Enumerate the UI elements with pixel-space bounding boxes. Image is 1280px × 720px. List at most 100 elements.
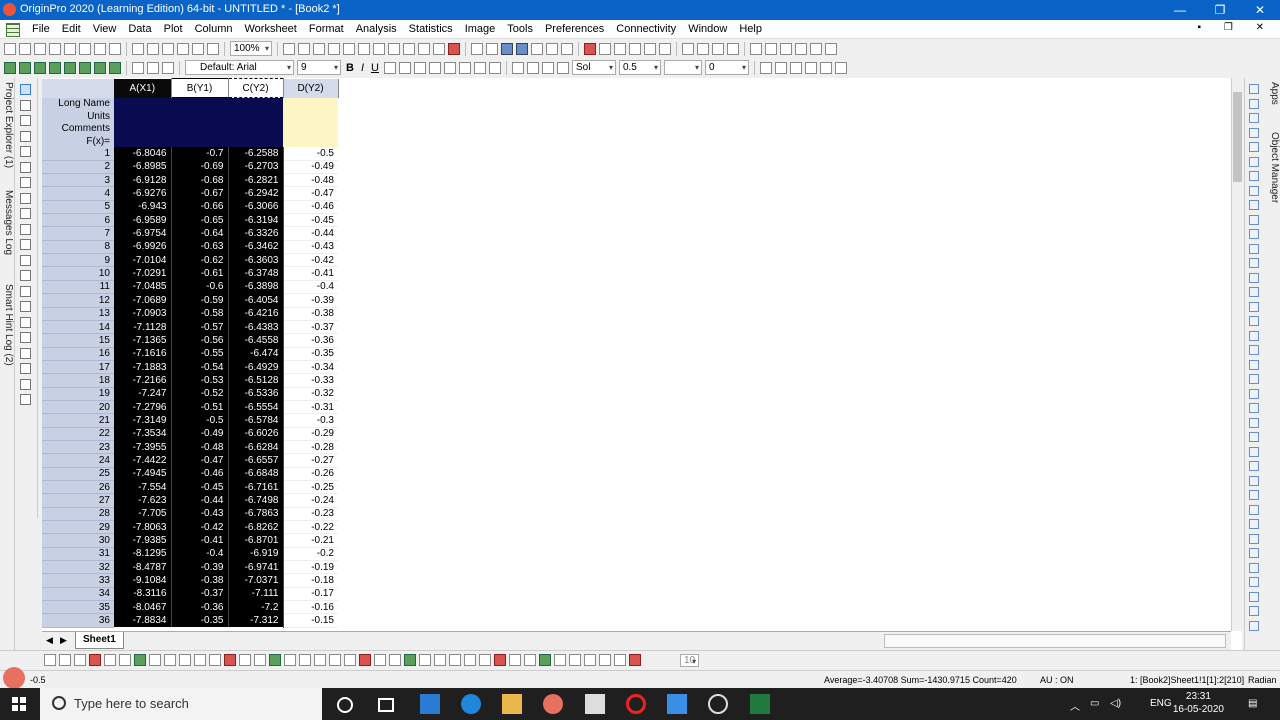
sort-icon[interactable] — [486, 42, 498, 55]
plot-type-icon[interactable] — [389, 654, 401, 666]
meta-cell[interactable] — [114, 110, 171, 123]
data-cell[interactable]: -0.55 — [171, 347, 229, 361]
next-icon[interactable] — [780, 42, 792, 55]
data-cell[interactable]: -6.3898 — [228, 280, 284, 294]
pattern-icon[interactable] — [556, 61, 569, 74]
script-window-icon[interactable] — [388, 42, 400, 55]
data-cell[interactable]: -6.4929 — [228, 360, 284, 374]
object-tool-icon[interactable] — [1249, 475, 1259, 486]
set-column-values-icon[interactable] — [471, 42, 483, 55]
back-icon[interactable] — [810, 42, 822, 55]
align-columns-icon[interactable] — [765, 42, 777, 55]
import-icon[interactable] — [207, 42, 219, 55]
duplicate-icon[interactable] — [313, 42, 325, 55]
menu-worksheet[interactable]: Worksheet — [238, 20, 302, 38]
new-project-icon[interactable] — [4, 42, 16, 55]
object-tool-icon[interactable] — [1249, 214, 1259, 225]
plot-type-icon[interactable] — [359, 654, 371, 666]
data-cell[interactable]: -0.24 — [283, 493, 338, 508]
meta-cell[interactable] — [283, 97, 338, 111]
data-cell[interactable]: -6.4383 — [228, 320, 284, 334]
data-cell[interactable]: -0.49 — [171, 427, 229, 441]
italic-button[interactable]: I — [359, 62, 366, 74]
line-width-combo[interactable]: 0.5 ▾ — [618, 60, 661, 75]
disregard-icon[interactable] — [584, 42, 596, 55]
plot-type-icon[interactable] — [314, 654, 326, 666]
data-cell[interactable]: -0.49 — [283, 160, 338, 175]
object-tool-icon[interactable] — [1249, 272, 1259, 283]
set-y-icon[interactable] — [614, 42, 626, 55]
object-tool-icon[interactable] — [1249, 113, 1259, 123]
data-cell[interactable]: -6.4558 — [228, 333, 284, 348]
data-cell[interactable]: -7.0903 — [114, 307, 172, 321]
object-tool-icon[interactable] — [1249, 316, 1259, 326]
plot-type-icon[interactable] — [404, 654, 416, 666]
object-tool-icon[interactable] — [1249, 171, 1259, 181]
data-cell[interactable]: -0.56 — [171, 333, 229, 348]
data-cell[interactable]: -7.2166 — [114, 373, 172, 388]
data-cell[interactable]: -7.0291 — [114, 266, 172, 281]
header-style-icon[interactable] — [64, 61, 76, 74]
row-header[interactable]: 36 — [42, 613, 114, 628]
data-cell[interactable]: -0.61 — [171, 266, 229, 281]
plot-type-icon[interactable] — [419, 654, 431, 666]
data-cell[interactable]: -6.2821 — [228, 173, 284, 187]
zoom-out-tool-icon[interactable] — [20, 115, 31, 126]
data-cell[interactable]: -0.3 — [283, 413, 338, 428]
data-cell[interactable]: -8.3116 — [114, 587, 172, 601]
settings-app-icon[interactable] — [708, 694, 728, 714]
data-cell[interactable]: -6.2703 — [228, 160, 284, 174]
line-tool-icon[interactable] — [20, 254, 31, 266]
data-cell[interactable]: -0.32 — [283, 387, 338, 401]
tray-language[interactable]: ENG — [1150, 698, 1172, 709]
object-tool-icon[interactable] — [1249, 156, 1259, 167]
data-cell[interactable]: -6.7161 — [228, 480, 284, 494]
command-window-icon[interactable] — [358, 42, 370, 55]
plot-type-icon[interactable] — [524, 654, 536, 666]
data-cell[interactable]: -0.52 — [171, 387, 229, 401]
polygon-tool-icon[interactable] — [20, 301, 31, 312]
object-tool-icon[interactable] — [1249, 258, 1259, 268]
data-cell[interactable]: -0.37 — [171, 587, 229, 601]
plot-type-icon[interactable] — [329, 654, 341, 666]
row-header[interactable]: 15 — [42, 333, 114, 348]
data-cell[interactable]: -0.21 — [283, 533, 338, 548]
move-last-icon[interactable] — [727, 42, 739, 55]
mdi-window-controls[interactable]: ▪ ❐ ✕ — [1198, 22, 1274, 33]
plot-type-icon[interactable] — [74, 654, 86, 666]
data-cell[interactable]: -6.5784 — [228, 413, 284, 428]
data-cell[interactable]: -7.0485 — [114, 280, 172, 294]
meta-cell[interactable] — [283, 135, 338, 148]
row-header[interactable]: 14 — [42, 320, 114, 335]
data-cell[interactable]: -0.2 — [283, 547, 338, 562]
statistics-icon[interactable] — [501, 42, 513, 55]
data-cell[interactable]: -7.3534 — [114, 427, 172, 441]
plot-type-icon[interactable] — [254, 654, 266, 666]
plot-type-icon[interactable] — [554, 654, 566, 666]
bottom-size-combo[interactable]: 10 ▾ — [680, 654, 700, 667]
line-color-icon[interactable] — [526, 61, 539, 74]
minimize-button[interactable]: — — [1160, 0, 1200, 20]
data-cell[interactable]: -6.5128 — [228, 373, 284, 388]
forward-icon[interactable] — [825, 42, 837, 55]
curved-arrow-tool-icon[interactable] — [20, 239, 31, 250]
row-header[interactable]: 30 — [42, 533, 114, 548]
object-tool-icon[interactable] — [1249, 185, 1259, 196]
set-label-icon[interactable] — [659, 42, 671, 55]
next-sheet-icon[interactable]: ▶ — [60, 635, 67, 646]
refresh-icon[interactable] — [298, 42, 310, 55]
font-combo[interactable]: Default: Arial ▾ — [185, 60, 294, 75]
data-cell[interactable]: -0.43 — [171, 507, 229, 521]
data-cell[interactable]: -6.9741 — [228, 560, 284, 574]
row-header[interactable]: 8 — [42, 240, 114, 255]
data-cell[interactable]: -0.28 — [283, 440, 338, 455]
object-tool-icon[interactable] — [1249, 446, 1259, 457]
menu-file[interactable]: File — [26, 20, 56, 38]
set-z-icon[interactable] — [629, 42, 641, 55]
zoom-in-tool-icon[interactable] — [20, 99, 31, 111]
region-of-interest-tool-icon[interactable] — [20, 177, 31, 188]
data-cell[interactable]: -0.4 — [283, 280, 338, 295]
meta-cell[interactable] — [228, 135, 283, 148]
plot-type-icon[interactable] — [59, 654, 71, 666]
meta-cell[interactable] — [171, 135, 228, 148]
